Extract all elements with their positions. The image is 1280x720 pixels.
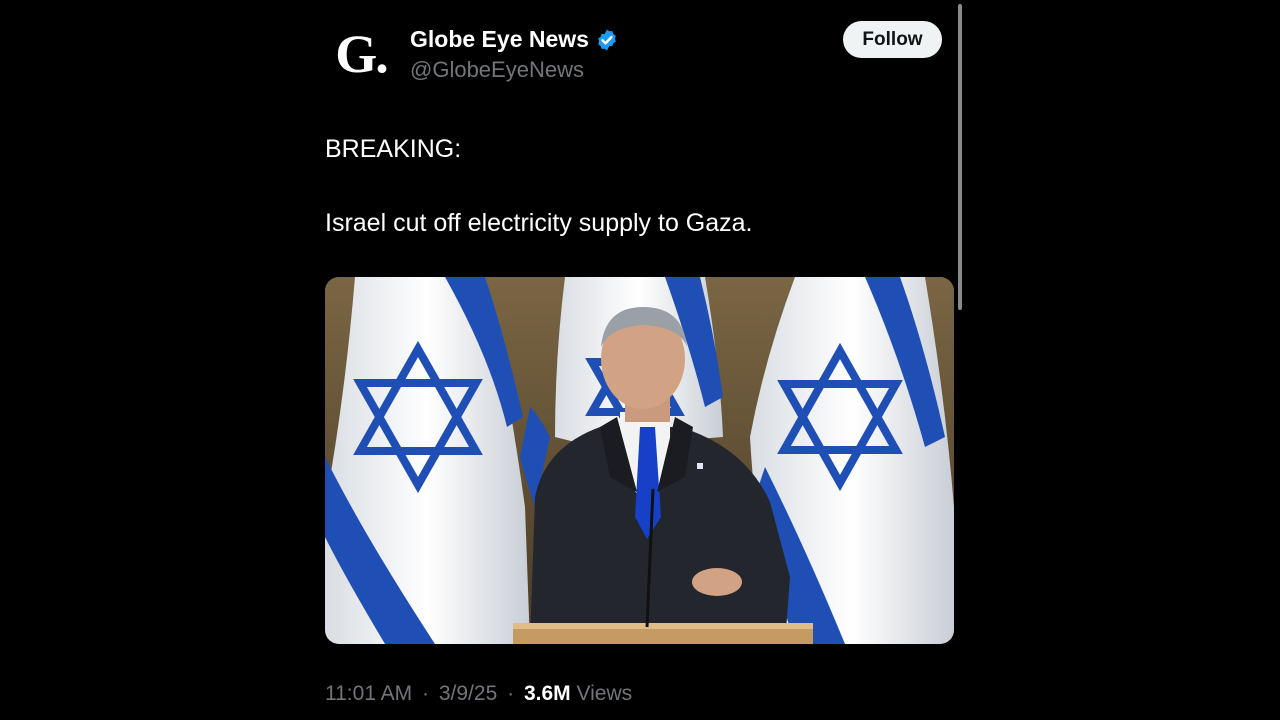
author-display-name[interactable]: Globe Eye News xyxy=(410,26,589,53)
meta-separator: · xyxy=(507,682,515,705)
follow-button[interactable]: Follow xyxy=(843,21,942,58)
views-label: Views xyxy=(576,682,633,705)
verified-badge-icon xyxy=(595,28,619,52)
views-count: 3.6M xyxy=(523,682,571,705)
avatar[interactable]: G. xyxy=(331,24,391,84)
post-text-line: Israel cut off electricity supply to Gaz… xyxy=(325,209,753,237)
meta-separator: · xyxy=(422,682,430,705)
post-time[interactable]: 11:01 AM xyxy=(325,682,412,705)
photo-illustration xyxy=(325,277,954,644)
author-name-row: Globe Eye News xyxy=(410,26,619,53)
post-text: BREAKING: Israel cut off electricity sup… xyxy=(325,131,955,242)
post-date[interactable]: 3/9/25 xyxy=(439,682,497,705)
post-meta: 11:01 AM · 3/9/25 · 3.6M Views xyxy=(325,682,632,706)
scrollbar-thumb[interactable] xyxy=(958,4,962,310)
post: G. Globe Eye News @GlobeEyeNews Follow B… xyxy=(325,0,955,720)
avatar-logo: G. xyxy=(335,24,388,84)
post-text-line: BREAKING: xyxy=(325,135,462,163)
flag-left xyxy=(325,277,530,644)
author-handle[interactable]: @GlobeEyeNews xyxy=(410,57,584,83)
post-text-gap xyxy=(325,168,955,205)
post-media-photo[interactable] xyxy=(325,277,954,644)
screen: G. Globe Eye News @GlobeEyeNews Follow B… xyxy=(0,0,1280,720)
